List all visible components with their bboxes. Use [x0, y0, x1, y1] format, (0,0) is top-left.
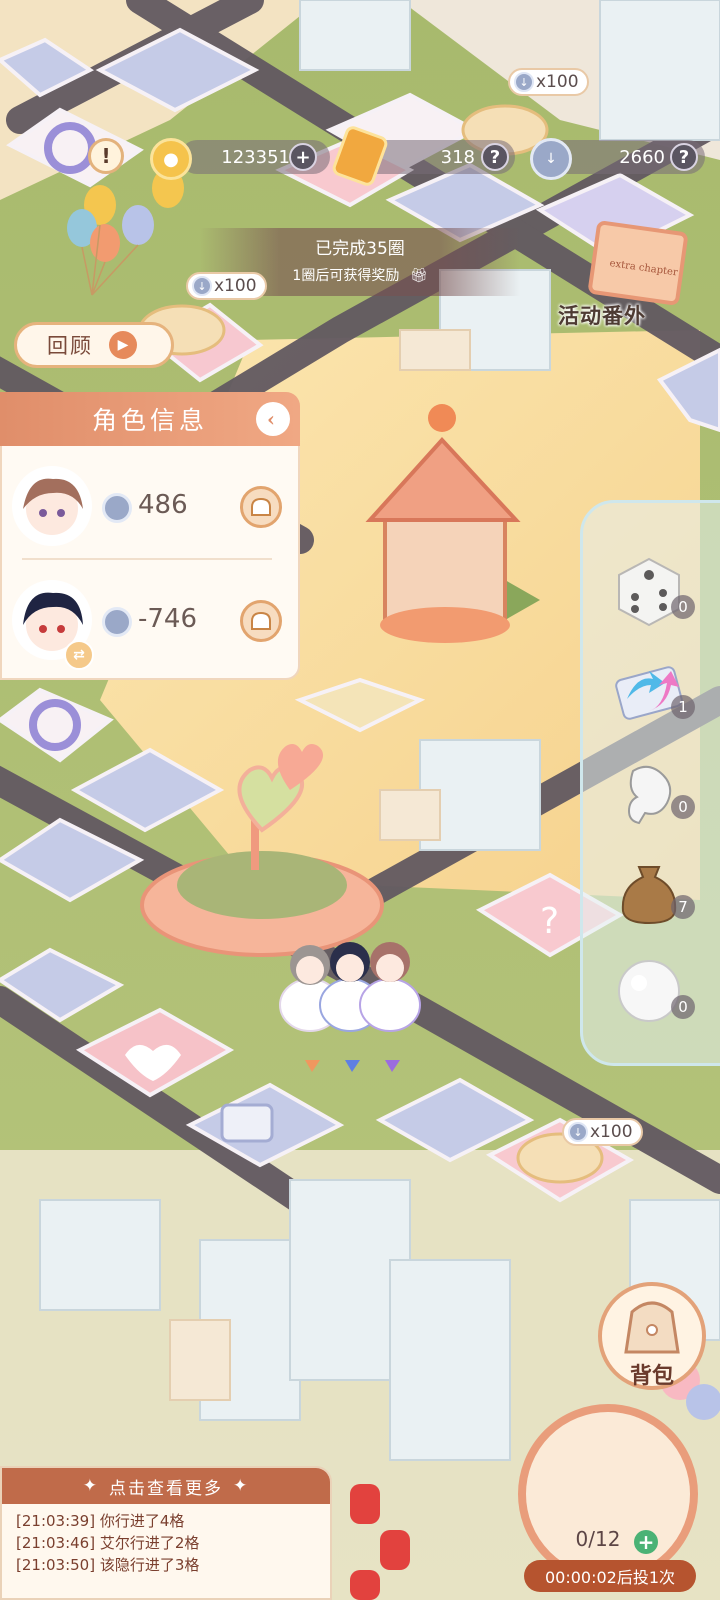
event-extra-button[interactable]: 活动番外: [558, 300, 646, 330]
gold-coin-icon: ●: [150, 138, 192, 180]
sack-item[interactable]: [611, 853, 687, 929]
log-entry: [21:03:39] 你行进了4格: [16, 1512, 185, 1530]
character-row: ⇄ -746: [2, 570, 302, 670]
silver-token-icon: ↓: [530, 138, 572, 180]
log-entry: [21:03:46] 艾尔行进了2格: [16, 1534, 200, 1552]
snowball-item[interactable]: [611, 953, 687, 1029]
item-count: 7: [671, 895, 695, 919]
gem-amount: 318: [440, 146, 475, 168]
event-card-art: extra chapter: [588, 220, 688, 306]
reward-amount: x100: [214, 276, 257, 296]
silver-token-icon: [102, 607, 132, 637]
backpack-label: 背包: [629, 1363, 674, 1389]
item-count: 0: [671, 595, 695, 619]
collapse-panel-button[interactable]: ‹: [256, 402, 290, 436]
review-button[interactable]: 回顾 ▶: [14, 322, 174, 368]
log-header-text: 点击查看更多: [109, 1478, 223, 1499]
coin-amount: 123351: [221, 146, 290, 168]
sparkle-icon: ✦: [82, 1476, 99, 1496]
roll-timer: 00:00:02后投1次: [524, 1560, 696, 1592]
token-help-button[interactable]: ?: [670, 143, 698, 171]
swap-icon[interactable]: ⇄: [64, 640, 94, 670]
character-info-panel: 角色信息 ‹ 486 ⇄ -746: [0, 392, 300, 680]
alert-icon[interactable]: !: [88, 138, 124, 174]
reward-hint-text: 1圈后可获得奖励: [292, 268, 400, 284]
glove-item[interactable]: [611, 753, 687, 829]
reward-bubble: ↓ x100: [562, 1118, 643, 1146]
silver-token-icon: ↓: [192, 276, 212, 296]
sparkle-icon: ✦: [233, 1476, 250, 1496]
roll-count: 0/12: [575, 1527, 621, 1551]
silver-token-icon: ↓: [514, 72, 534, 92]
log-header[interactable]: ✦ 点击查看更多 ✦: [2, 1468, 330, 1504]
log-entry: [21:03:50] 该隐行进了3格: [16, 1556, 200, 1574]
gift-icon: 🎁︎: [409, 268, 428, 284]
roll-timer-text: 00:00:02后投1次: [544, 1568, 676, 1587]
svg-text:?: ?: [540, 901, 559, 942]
reward-amount: x100: [536, 72, 579, 92]
item-count: 0: [671, 795, 695, 819]
arrow-card-item[interactable]: [611, 653, 687, 729]
roll-dice-button[interactable]: [518, 1404, 698, 1584]
silver-token-icon: ↓: [568, 1122, 588, 1142]
bread-gift-button[interactable]: [240, 486, 282, 528]
rounds-completed-text: 已完成35圈: [315, 239, 405, 259]
bread-gift-button[interactable]: [240, 600, 282, 642]
divider: [22, 558, 272, 560]
character-row: 486: [2, 456, 302, 556]
reward-bubble: ↓ x100: [186, 272, 267, 300]
item-count: 0: [671, 995, 695, 1019]
play-arrow-icon: ▶: [109, 331, 137, 359]
token-amount: 2660: [619, 146, 665, 168]
character-avatar[interactable]: [12, 466, 92, 546]
character-score: -746: [138, 604, 198, 634]
reward-amount: x100: [590, 1122, 633, 1142]
character-info-header: 角色信息 ‹: [0, 392, 300, 446]
reward-bubble: ↓ x100: [508, 68, 589, 96]
silver-token-icon: [102, 493, 132, 523]
items-panel: 0 1 0 7 0: [580, 500, 720, 1066]
item-count: 1: [671, 695, 695, 719]
add-rolls-button[interactable]: +: [634, 1530, 658, 1554]
character-info-title: 角色信息: [91, 406, 208, 435]
dice-item[interactable]: [611, 553, 687, 629]
gem-help-button[interactable]: ?: [481, 143, 509, 171]
add-coins-button[interactable]: +: [289, 143, 317, 171]
review-button-label: 回顾: [47, 334, 93, 358]
character-score: 486: [138, 490, 188, 520]
move-log-panel[interactable]: ✦ 点击查看更多 ✦ [21:03:39] 你行进了4格 [21:03:46] …: [0, 1466, 332, 1600]
